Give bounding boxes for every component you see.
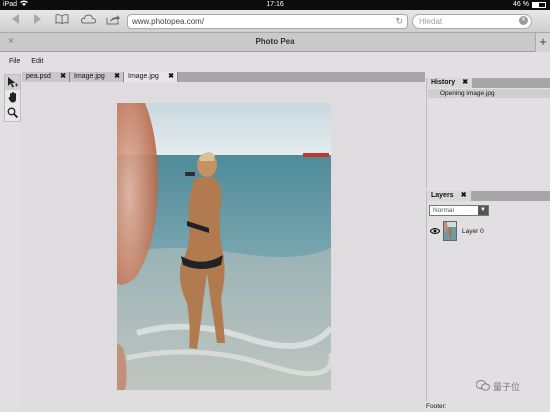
beach-photo[interactable] (117, 103, 331, 390)
history-panel: History ✖ Opening image.jpg (426, 78, 550, 188)
forward-arrow-icon[interactable] (30, 14, 44, 28)
status-time: 17:16 (266, 1, 284, 8)
zoom-tool-icon[interactable] (5, 105, 20, 120)
close-doc-tab-button[interactable]: ✖ (60, 72, 66, 82)
blend-mode-select[interactable]: Normal ▼ (429, 205, 489, 216)
book-icon[interactable] (54, 14, 70, 28)
layers-panel: Layers ✖ Normal ▼ Layer 0 (426, 191, 550, 401)
beach-photo-image (117, 103, 331, 390)
move-tool-icon[interactable] (5, 75, 20, 90)
address-bar[interactable]: www.photopea.com/ ↻ (127, 14, 408, 29)
document-tabs: pea.psd ✖ Image.jpg ✖ Image.jpg ✖ (22, 72, 425, 82)
photopea-app: File Edit pea.psd ✖ Image.jpg ✖ Image.jp… (0, 53, 550, 412)
wechat-icon (475, 380, 490, 393)
doc-tab-image-jpg-2[interactable]: Image.jpg ✖ (124, 72, 178, 82)
footer-label: Footer: (426, 403, 447, 410)
doc-tab-pea-psd[interactable]: pea.psd ✖ (22, 72, 70, 82)
menu-bar: File Edit (0, 53, 550, 70)
layer-name: Layer 0 (462, 227, 484, 235)
blend-mode-value: Normal (433, 207, 454, 214)
doc-tab-label: Image.jpg (74, 73, 105, 80)
new-tab-button[interactable]: + (535, 33, 550, 52)
layer-thumbnail (443, 221, 457, 241)
ios-status-bar: iPad 17:16 46 % (0, 0, 550, 10)
layers-title: Layers (431, 192, 454, 199)
doc-tab-image-jpg-1[interactable]: Image.jpg ✖ (70, 72, 124, 82)
menu-edit[interactable]: Edit (31, 58, 43, 65)
search-placeholder: Hledat (419, 17, 443, 26)
doc-tab-label: pea.psd (26, 73, 51, 80)
share-icon[interactable] (105, 14, 121, 28)
safari-tab-bar: × Photo Pea + (0, 33, 550, 52)
menu-file[interactable]: File (9, 58, 20, 65)
back-arrow-icon[interactable] (8, 14, 22, 28)
history-tab[interactable]: History ✖ (427, 78, 473, 88)
layers-panel-tabbar: Layers ✖ (427, 191, 550, 201)
close-layers-button[interactable]: ✖ (461, 191, 467, 201)
chevron-down-icon: ▼ (478, 206, 488, 215)
layer-row[interactable]: Layer 0 (427, 219, 550, 243)
battery-icon (532, 2, 546, 8)
history-panel-tabbar: History ✖ (427, 78, 550, 88)
eye-icon[interactable] (429, 226, 441, 236)
close-doc-tab-button[interactable]: ✖ (168, 72, 174, 82)
reload-icon[interactable]: ↻ (395, 15, 403, 28)
clear-search-icon[interactable]: ✕ (519, 16, 528, 25)
search-field[interactable]: Hledat (412, 14, 532, 29)
close-history-button[interactable]: ✖ (462, 78, 468, 88)
safari-toolbar: www.photopea.com/ ↻ Hledat ✕ (0, 10, 550, 33)
watermark-text: 量子位 (493, 382, 521, 392)
close-doc-tab-button[interactable]: ✖ (114, 72, 120, 82)
history-title: History (431, 79, 456, 86)
cloud-icon[interactable] (80, 14, 96, 28)
watermark: 量子位 (475, 380, 521, 393)
url-text: www.photopea.com/ (132, 17, 205, 26)
battery-percent: 46 % (513, 1, 529, 8)
layers-tab[interactable]: Layers ✖ (427, 191, 471, 201)
tab-title[interactable]: Photo Pea (0, 37, 550, 46)
history-item[interactable]: Opening image.jpg (428, 89, 550, 98)
canvas-area[interactable] (22, 83, 425, 412)
toolbox (4, 74, 21, 122)
hand-tool-icon[interactable] (5, 90, 20, 105)
doc-tab-label: Image.jpg (128, 73, 159, 80)
